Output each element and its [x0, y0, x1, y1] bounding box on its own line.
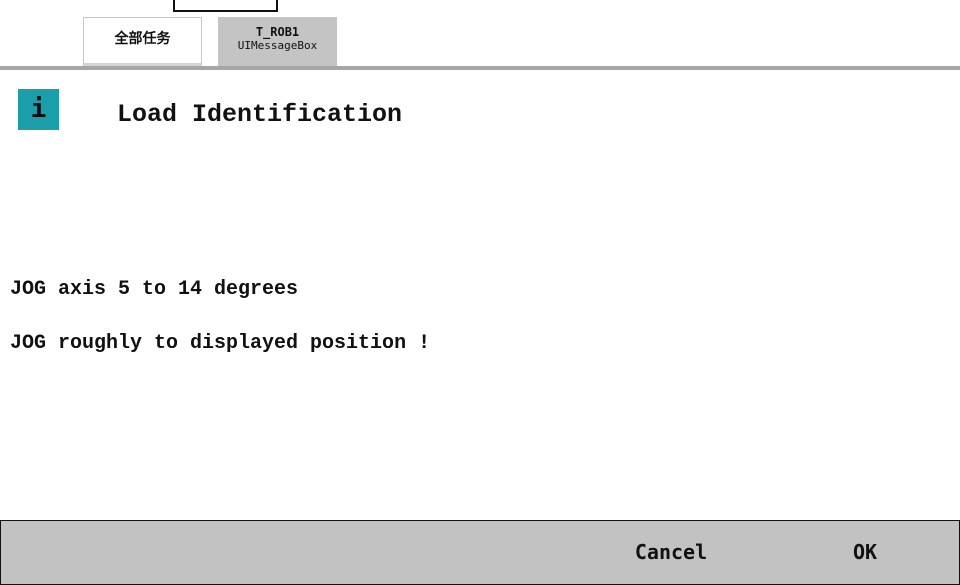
tab-all-tasks-label: 全部任务	[114, 31, 171, 47]
dialog-title: Load Identification	[117, 100, 403, 129]
tab-t-rob1-label: T_ROB1	[255, 25, 300, 39]
info-icon: i	[18, 89, 59, 130]
tab-connector-bracket	[173, 0, 278, 12]
message-line: JOG roughly to displayed position !	[10, 332, 431, 355]
tab-t-rob1-sublabel: UIMessageBox	[237, 39, 318, 52]
header-divider	[0, 66, 960, 70]
tab-t-rob1[interactable]: T_ROB1 UIMessageBox	[218, 17, 337, 66]
ok-button[interactable]: OK	[785, 521, 945, 584]
message-line: JOG axis 5 to 14 degrees	[10, 278, 299, 301]
tab-all-tasks[interactable]: 全部任务	[83, 17, 202, 66]
cancel-button[interactable]: Cancel	[591, 521, 751, 584]
dialog-button-bar: Cancel OK	[0, 520, 960, 585]
